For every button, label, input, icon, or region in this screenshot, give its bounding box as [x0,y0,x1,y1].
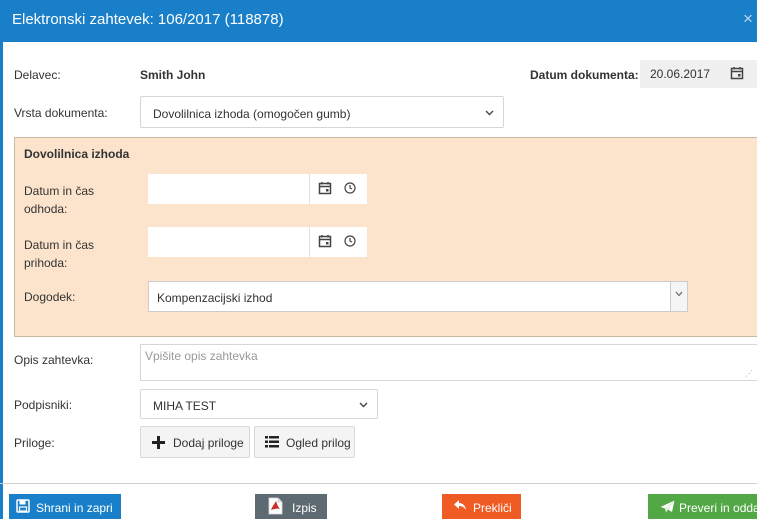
pdf-icon [268,497,283,518]
description-placeholder: Vpišite opis zahtevka [145,349,258,363]
arrival-label: Datum in čas prihoda: [24,236,94,272]
add-attachments-button[interactable]: Dodaj priloge [140,426,250,458]
add-attachments-label: Dodaj priloge [173,436,244,450]
dialog-left-border [0,42,3,519]
view-attachments-label: Ogled prilog [286,436,351,450]
doc-type-label: Vrsta dokumenta: [14,106,108,120]
floppy-disk-icon [16,499,30,516]
arrival-datetime[interactable] [148,227,367,257]
attachments-label: Priloge: [14,436,55,450]
clock-icon[interactable] [344,235,356,250]
calendar-icon[interactable] [318,234,332,251]
departure-label: Datum in čas odhoda: [24,182,94,218]
cancel-button[interactable]: Prekliči [442,494,521,519]
event-dropdown-button[interactable] [670,282,687,311]
chevron-down-icon [485,108,494,119]
departure-datetime[interactable] [148,174,367,204]
employee-value: Smith John [140,68,206,82]
dialog-title: Elektronski zahtevek: 106/2017 (118878) [12,11,284,28]
reply-arrow-icon [454,500,467,514]
doc-date-label: Datum dokumenta: [530,68,639,82]
doc-date-field[interactable]: 20.06.2017 [640,60,757,88]
clock-icon[interactable] [344,182,356,197]
calendar-icon[interactable] [318,181,332,198]
save-and-close-button[interactable]: Shrani in zapri [9,494,121,519]
resize-grip-icon[interactable]: ⋰ [745,369,753,378]
view-attachments-button[interactable]: Ogled prilog [254,426,355,458]
footer-divider [0,483,757,484]
arrival-label-line2: prihoda: [24,256,68,270]
submit-button[interactable]: Preveri in oddaj [648,494,757,519]
event-select[interactable]: Kompenzacijski izhod [148,281,688,312]
arrival-label-line1: Datum in čas [24,238,95,252]
submit-label: Preveri in oddaj [679,501,757,515]
employee-label: Delavec: [14,68,61,82]
doc-date-value: 20.06.2017 [650,67,711,81]
description-label: Opis zahtevka: [14,353,94,367]
signers-label: Podpisniki: [14,398,73,412]
departure-label-line1: Datum in čas [24,184,95,198]
signers-select[interactable]: MIHA TEST [140,389,378,419]
print-label: Izpis [292,501,317,515]
event-label: Dogodek: [24,290,76,304]
signers-value: MIHA TEST [153,399,217,413]
dialog-titlebar: Elektronski zahtevek: 106/2017 (118878) … [0,0,757,42]
description-textarea[interactable]: Vpišite opis zahtevka ⋰ [140,344,757,381]
cancel-label: Prekliči [473,501,512,515]
save-and-close-label: Shrani in zapri [36,501,113,515]
section-title: Dovolilnica izhoda [24,147,130,161]
chevron-down-icon [359,400,368,411]
plus-icon [152,436,165,452]
list-icon [265,436,279,451]
doc-type-select[interactable]: Dovolilnica izhoda (omogočen gumb) [140,96,504,128]
arrival-datetime-input[interactable] [148,227,310,257]
paper-plane-icon [660,500,675,516]
close-icon[interactable]: × [743,9,757,29]
departure-datetime-input[interactable] [148,174,310,204]
chevron-down-icon [675,289,683,299]
print-button[interactable]: Izpis [255,494,327,519]
calendar-icon[interactable] [730,66,744,83]
doc-type-value: Dovolilnica izhoda (omogočen gumb) [153,107,351,121]
event-value: Kompenzacijski izhod [157,291,273,305]
departure-label-line2: odhoda: [24,202,68,216]
